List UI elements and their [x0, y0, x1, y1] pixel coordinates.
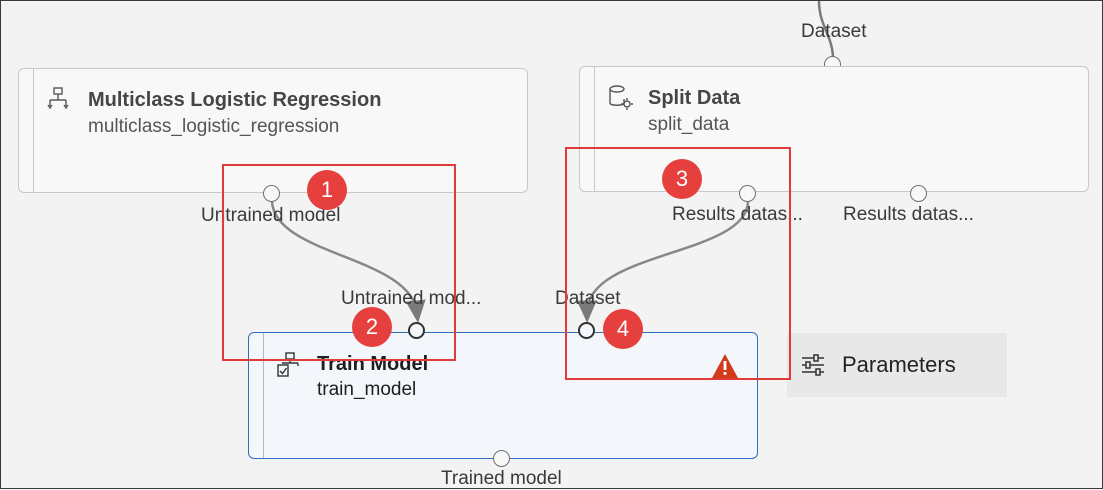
pipeline-canvas[interactable]: Dataset Multiclass Logistic Regression m… — [0, 0, 1103, 489]
node-subtitle: split_data — [648, 114, 730, 135]
node-accent-bar — [33, 69, 34, 192]
split-output-port-2[interactable] — [910, 185, 927, 202]
train-output-port[interactable] — [493, 450, 510, 467]
parameters-label: Parameters — [842, 352, 956, 377]
tree-icon — [47, 87, 69, 110]
callout-badge-2: 2 — [352, 307, 392, 347]
callout-badge-1: 1 — [307, 170, 347, 210]
parameters-button[interactable]: Parameters — [787, 333, 1007, 397]
node-title: Split Data — [648, 87, 741, 109]
top-dataset-label: Dataset — [801, 21, 867, 42]
split-output-label-2: Results datas... — [843, 204, 974, 225]
callout-badge-4: 4 — [603, 309, 643, 349]
node-title: Multiclass Logistic Regression — [88, 89, 382, 111]
database-gear-icon — [609, 85, 633, 110]
train-output-label: Trained model — [441, 468, 562, 489]
sliders-icon — [802, 354, 824, 376]
node-subtitle: multiclass_logistic_regression — [88, 116, 340, 137]
callout-badge-3: 3 — [662, 159, 702, 199]
node-subtitle: train_model — [317, 379, 417, 400]
